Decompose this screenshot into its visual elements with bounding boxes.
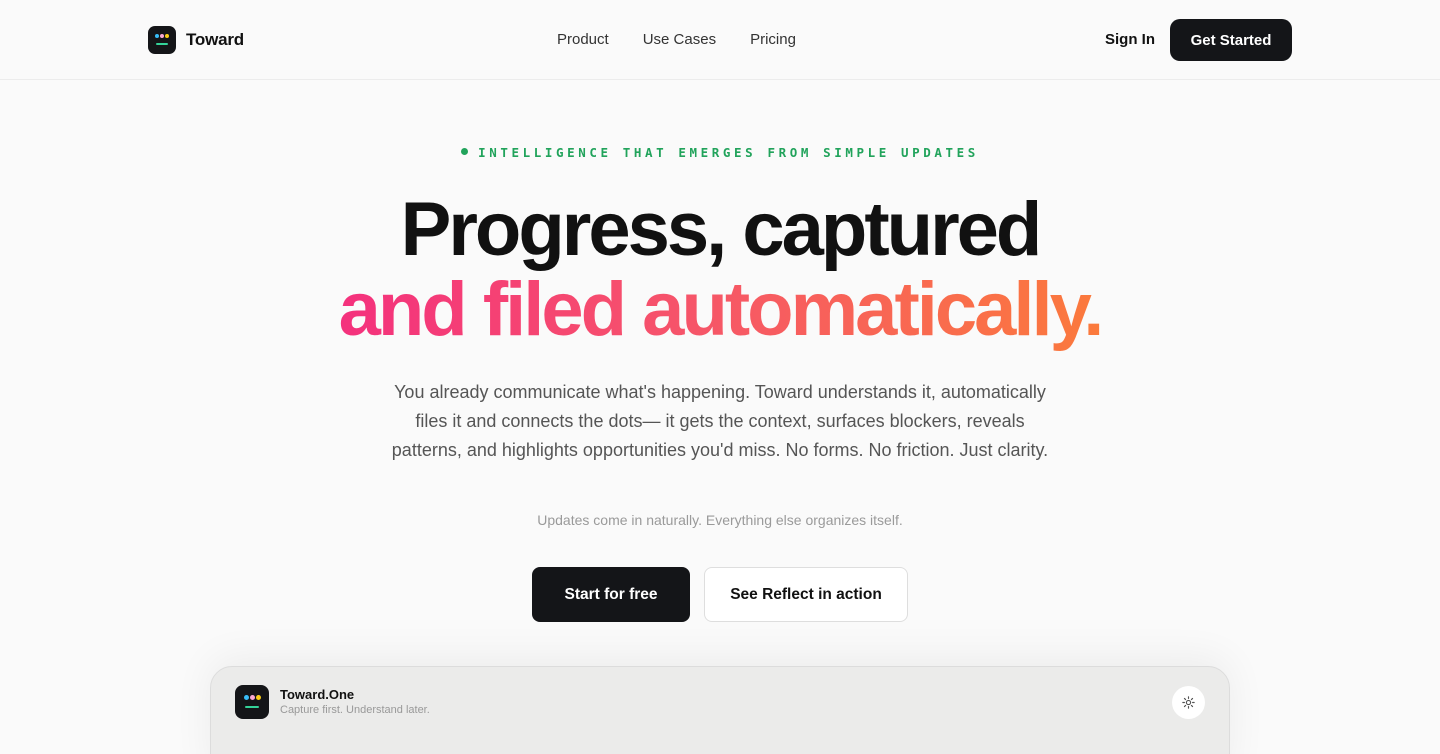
nav-links: Product Use Cases Pricing bbox=[557, 31, 796, 48]
sign-in-link[interactable]: Sign In bbox=[1105, 31, 1155, 48]
get-started-button[interactable]: Get Started bbox=[1170, 19, 1292, 61]
hero-eyebrow: INTELLIGENCE THAT EMERGES FROM SIMPLE UP… bbox=[0, 145, 1440, 160]
nav-link-pricing[interactable]: Pricing bbox=[750, 31, 796, 48]
toward-logo-icon bbox=[148, 26, 176, 54]
eyebrow-text: INTELLIGENCE THAT EMERGES FROM SIMPLE UP… bbox=[478, 145, 979, 160]
hero-description: You already communicate what's happening… bbox=[391, 382, 1049, 460]
nav-link-product[interactable]: Product bbox=[557, 31, 609, 48]
brand-name: Toward bbox=[186, 30, 244, 49]
top-nav: Toward Product Use Cases Pricing Sign In… bbox=[0, 0, 1440, 80]
headline-line-1: Progress, captured bbox=[400, 187, 1043, 272]
status-dot-icon bbox=[461, 148, 469, 155]
settings-sun-icon bbox=[1182, 696, 1195, 709]
preview-subtitle: Capture first. Understand later. bbox=[280, 704, 430, 716]
settings-button[interactable] bbox=[1172, 686, 1205, 719]
start-for-free-button[interactable]: Start for free bbox=[532, 567, 690, 622]
headline-line-2: and filed automatically. bbox=[0, 272, 1440, 348]
headline-gradient-text: and filed automatically. bbox=[338, 267, 1105, 352]
toward-logo-icon bbox=[235, 685, 269, 719]
see-reflect-button[interactable]: See Reflect in action bbox=[704, 567, 908, 622]
nav-link-use-cases[interactable]: Use Cases bbox=[643, 31, 716, 48]
brand[interactable]: Toward bbox=[148, 26, 244, 54]
preview-title: Toward.One bbox=[280, 687, 355, 702]
hero-tagline: Updates come in naturally. Everything el… bbox=[537, 512, 903, 528]
app-preview-card: Toward.One Capture first. Understand lat… bbox=[210, 666, 1230, 754]
